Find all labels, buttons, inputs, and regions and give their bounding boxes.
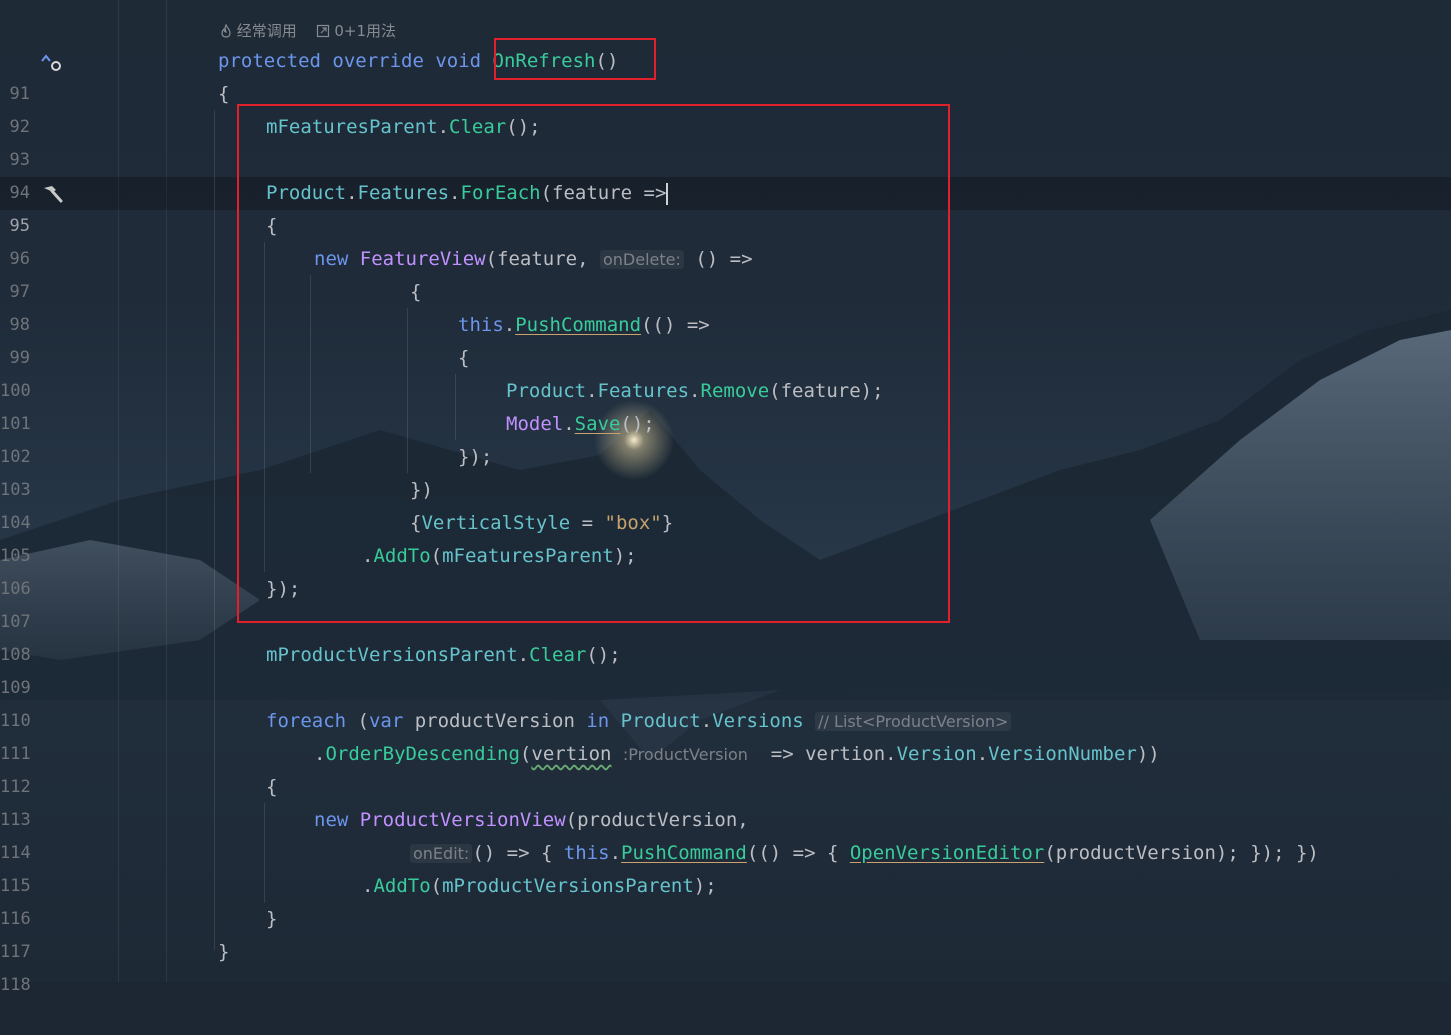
foreach-block-highlight-box: [237, 104, 950, 623]
code-line[interactable]: 114 new ProductVersionView(productVersio…: [0, 804, 1451, 863]
usage-hint[interactable]: 经常调用: [237, 22, 297, 40]
code-text[interactable]: {: [218, 78, 229, 111]
code-text[interactable]: {: [266, 771, 277, 804]
code-text[interactable]: .OrderByDescending(vertion :ProductVersi…: [314, 738, 1160, 771]
code-line[interactable]: 111 foreach (var productVersion in Produ…: [0, 705, 1451, 764]
code-line[interactable]: 110: [0, 672, 1451, 731]
code-text[interactable]: .AddTo(mProductVersionsParent);: [362, 870, 717, 903]
flame-icon: [221, 23, 231, 38]
code-text[interactable]: }: [218, 936, 229, 969]
parameter-hint: onEdit:: [410, 844, 473, 863]
code-vision-hints[interactable]: 经常调用 0+1用法: [220, 18, 400, 44]
type-hint: // List<ProductVersion>: [815, 712, 1012, 731]
code-text[interactable]: onEdit:() => { this.PushCommand(() => { …: [410, 837, 1319, 870]
code-text[interactable]: new ProductVersionView(productVersion,: [314, 804, 749, 837]
code-line[interactable]: 116 .AddTo(mProductVersionsParent);: [0, 870, 1451, 929]
line-number: 118: [0, 975, 31, 995]
code-line[interactable]: 115 onEdit:() => { this.PushCommand(() =…: [0, 837, 1451, 896]
method-name-highlight-box: [494, 38, 656, 80]
code-text[interactable]: mProductVersionsParent.Clear();: [266, 639, 621, 672]
type-hint: :ProductVersion: [622, 745, 748, 764]
code-line[interactable]: 91 protected override void OnRefresh(): [0, 45, 1451, 104]
external-link-icon: [316, 24, 329, 38]
code-text[interactable]: foreach (var productVersion in Product.V…: [266, 705, 1012, 738]
code-line[interactable]: 113 {: [0, 771, 1451, 830]
code-line[interactable]: 118 }: [0, 936, 1451, 995]
code-line[interactable]: 109 mProductVersionsParent.Clear();: [0, 639, 1451, 698]
code-line[interactable]: 112 .OrderByDescending(vertion :ProductV…: [0, 738, 1451, 797]
code-line[interactable]: 117 }: [0, 903, 1451, 962]
code-text[interactable]: }: [266, 903, 277, 936]
implementations-hint[interactable]: 0+1用法: [334, 22, 396, 40]
